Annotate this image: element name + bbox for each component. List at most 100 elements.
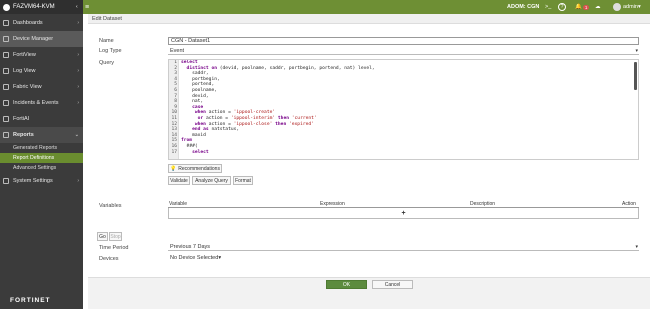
chevron-right-icon: › <box>77 84 79 90</box>
sidebar-item-label: Device Manager <box>13 36 54 42</box>
app-name: FAZVM64-KVM <box>13 4 55 10</box>
editor-scrollbar[interactable] <box>634 62 637 90</box>
chevron-right-icon: › <box>77 20 79 26</box>
reports-icon <box>3 132 9 138</box>
log-type-select[interactable]: Event ▾ <box>168 47 639 55</box>
chevron-right-icon: › <box>77 100 79 106</box>
sidebar-subitem-label: Generated Reports <box>13 145 58 151</box>
cancel-button[interactable]: Cancel <box>372 280 413 289</box>
app-logo-icon <box>3 3 10 11</box>
recommendations-label: Recommendations <box>178 165 220 172</box>
chevron-right-icon: › <box>77 68 79 74</box>
chevron-right-icon: › <box>77 178 79 184</box>
sidebar-item-label: System Settings <box>13 178 53 184</box>
sidebar: FAZVM64-KVM ‹ Dashboards › Device Manager… <box>0 0 83 309</box>
device-icon <box>3 36 9 42</box>
sidebar-item-label: Fabric View <box>13 84 42 90</box>
query-label: Query <box>99 60 114 66</box>
sidebar-subitem-label: Advanced Settings <box>13 165 57 171</box>
add-variable-button[interactable]: + <box>168 208 639 219</box>
incident-icon <box>3 100 9 106</box>
dialog-header: Edit Dataset <box>88 14 650 24</box>
sidebar-item-fabric-view[interactable]: Fabric View › <box>0 79 83 95</box>
sidebar-item-fortiview[interactable]: FortiView › <box>0 47 83 63</box>
devices-value: No Device Selected <box>170 255 219 261</box>
column-expression: Expression <box>320 201 345 207</box>
devices-select[interactable]: No Device Selected▾ <box>170 255 221 261</box>
column-description: Description <box>470 201 496 207</box>
ok-button[interactable]: OK <box>326 280 367 289</box>
chevron-down-icon: ▾ <box>635 243 638 250</box>
go-button[interactable]: Go <box>97 232 108 241</box>
adom-selector[interactable]: ADOM: CGN <box>507 0 539 14</box>
chevron-down-icon: ▾ <box>218 255 222 261</box>
stop-button[interactable]: Stop <box>109 232 122 241</box>
user-name: admin <box>623 4 638 10</box>
sidebar-item-dashboards[interactable]: Dashboards › <box>0 15 83 31</box>
variables-table-header: Variable Expression Description Action <box>168 201 639 208</box>
sidebar-subitem-report-definitions[interactable]: Report Definitions <box>0 153 83 163</box>
user-menu[interactable]: admin ▾ <box>613 0 641 14</box>
log-type-label: Log Type <box>99 48 122 54</box>
time-period-label: Time Period <box>99 245 129 251</box>
dashboard-icon <box>3 20 9 26</box>
bell-icon: 🔔 <box>575 4 582 10</box>
name-label: Name <box>99 38 114 44</box>
recommendations-button[interactable]: 💡 Recommendations <box>168 164 222 173</box>
plus-icon: + <box>401 209 406 217</box>
sidebar-item-label: Incidents & Events <box>13 100 59 106</box>
chevron-right-icon: › <box>77 52 79 58</box>
terminal-icon[interactable]: >_ <box>545 0 551 14</box>
line-number: 17 <box>171 149 177 155</box>
hamburger-menu-icon[interactable]: ≡ <box>85 4 95 11</box>
dialog-title: Edit Dataset <box>92 15 122 22</box>
app-brand: FAZVM64-KVM ‹ <box>0 0 83 14</box>
format-button[interactable]: Format <box>233 176 253 185</box>
validate-button[interactable]: Validate <box>168 176 190 185</box>
variables-label: Variables <box>99 203 122 209</box>
variables-table: Variable Expression Description Action + <box>168 201 639 219</box>
column-variable: Variable <box>169 201 187 207</box>
sidebar-item-label: FortiView <box>13 52 36 58</box>
sidebar-item-device-manager[interactable]: Device Manager <box>0 31 83 47</box>
settings-icon <box>3 178 9 184</box>
sidebar-item-label: FortiAI <box>13 116 30 122</box>
notification-badge: 1 <box>582 4 590 10</box>
avatar <box>613 3 621 11</box>
line-number-gutter: 1 2 3 4 5 6 7 8 9 10 11 12 13 14 15 16 17 <box>169 60 179 159</box>
sidebar-item-fortiai[interactable]: FortiAI <box>0 111 83 127</box>
ai-icon <box>3 116 9 122</box>
log-type-value: Event <box>170 47 185 54</box>
sidebar-subitem-advanced-settings[interactable]: Advanced Settings <box>0 163 83 173</box>
analyze-query-button[interactable]: Analyze Query <box>192 176 231 185</box>
sidebar-subitem-generated-reports[interactable]: Generated Reports <box>0 143 83 153</box>
cloud-icon[interactable]: ☁ <box>595 0 601 14</box>
sidebar-collapse-icon[interactable]: ‹ <box>76 4 78 10</box>
sidebar-subitem-label: Report Definitions <box>13 155 55 161</box>
query-editor[interactable]: 1 2 3 4 5 6 7 8 9 10 11 12 13 14 15 16 17 select distinc… <box>168 59 639 160</box>
fortiview-icon <box>3 52 9 58</box>
topbar: ≡ ADOM: CGN >_ ? 🔔 1 ☁ admin ▾ <box>83 0 650 14</box>
sidebar-item-reports[interactable]: Reports ⌄ <box>0 127 83 143</box>
sidebar-item-incidents-events[interactable]: Incidents & Events › <box>0 95 83 111</box>
dialog-footer <box>88 277 650 309</box>
fabric-icon <box>3 84 9 90</box>
chevron-down-icon: ▾ <box>635 47 638 54</box>
name-input[interactable]: CGN - Dataset1 <box>168 37 639 45</box>
sidebar-item-label: Reports <box>13 132 34 138</box>
query-code[interactable]: select distinct on (devid, poolname, sad… <box>181 60 375 155</box>
devices-label: Devices <box>99 256 119 262</box>
fortinet-logo: FORTINET <box>10 297 51 304</box>
help-icon[interactable]: ? <box>558 0 566 14</box>
log-icon <box>3 68 9 74</box>
time-period-value: Previous 7 Days <box>170 243 211 250</box>
sidebar-item-system-settings[interactable]: System Settings › <box>0 173 83 189</box>
notifications[interactable]: 🔔 1 <box>575 0 590 14</box>
time-period-select[interactable]: Previous 7 Days ▾ <box>168 243 639 251</box>
sidebar-item-log-view[interactable]: Log View › <box>0 63 83 79</box>
column-action: Action <box>622 201 636 207</box>
sidebar-item-label: Log View <box>13 68 36 74</box>
chevron-down-icon: ⌄ <box>74 132 79 138</box>
chevron-down-icon: ▾ <box>637 4 641 10</box>
lightbulb-icon: 💡 <box>170 165 177 172</box>
